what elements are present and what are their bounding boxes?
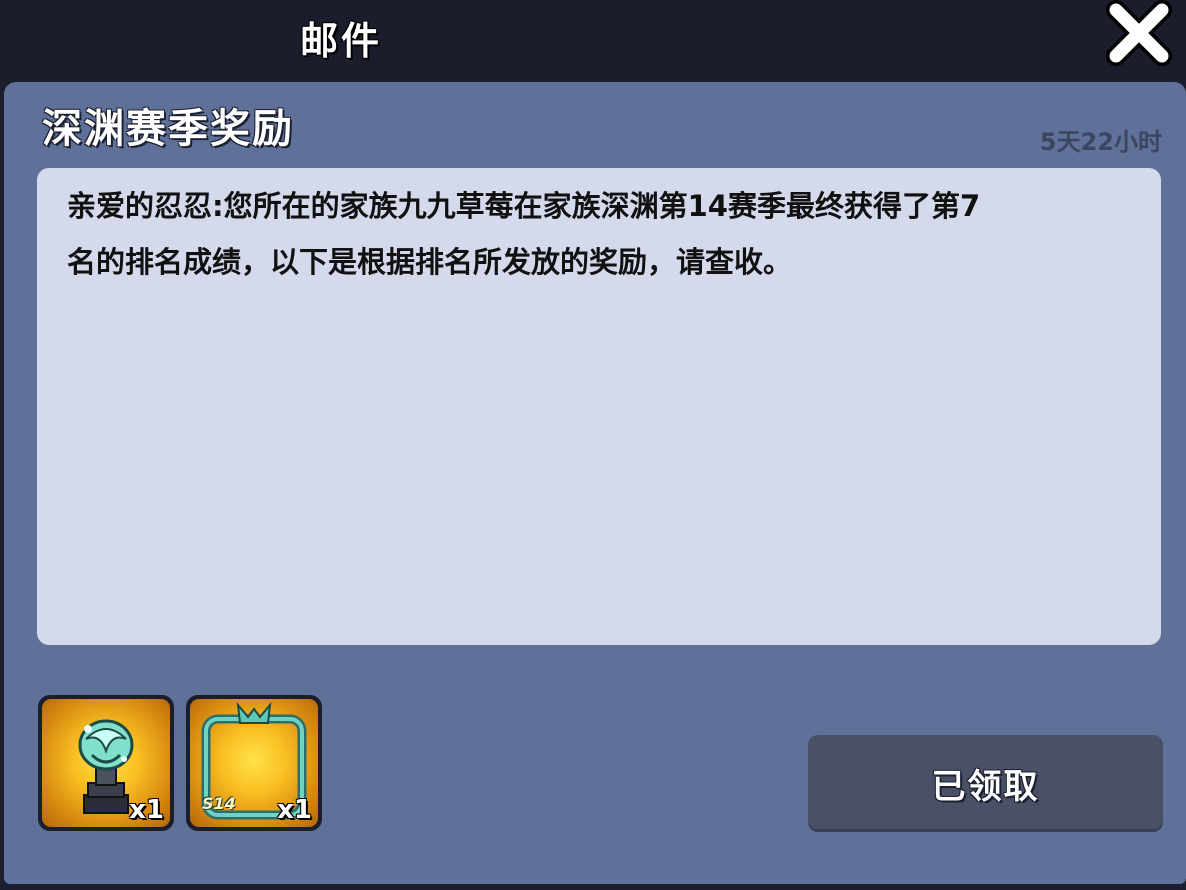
mail-body-line: 名的排名成绩，以下是根据排名所发放的奖励，请查收。 [67,245,793,279]
frame-season-tag: S14 [202,794,236,813]
mail-body: 亲爱的忍忍:您所在的家族九九草莓在家族深渊第14赛季最终获得了第7 名的排名成绩… [37,168,1161,645]
reward-item-trophy[interactable]: x1 [38,695,174,831]
mail-body-line: 亲爱的忍忍:您所在的家族九九草莓在家族深渊第14赛季最终获得了第7 [67,189,981,223]
mail-title: 深渊赛季奖励 [42,106,294,152]
reward-count: x1 [129,795,164,825]
claimed-button[interactable]: 已领取 [808,735,1163,829]
mail-panel: 深渊赛季奖励 5天22小时 亲爱的忍忍:您所在的家族九九草莓在家族深渊第14赛季… [4,82,1186,884]
reward-item-frame[interactable]: S14 x1 [186,695,322,831]
mail-screen: 邮件 深渊赛季奖励 5天22小时 亲爱的忍忍:您所在的家族九九草莓在家族深渊第1… [0,0,1186,890]
claimed-button-label: 已领取 [931,767,1040,807]
top-bar: 邮件 [0,0,1186,82]
reward-count: x1 [277,795,312,825]
page-title: 邮件 [300,19,383,63]
mail-expiry-timer: 5天22小时 [1039,128,1162,156]
close-button[interactable] [1102,0,1178,66]
close-icon [1106,0,1172,66]
